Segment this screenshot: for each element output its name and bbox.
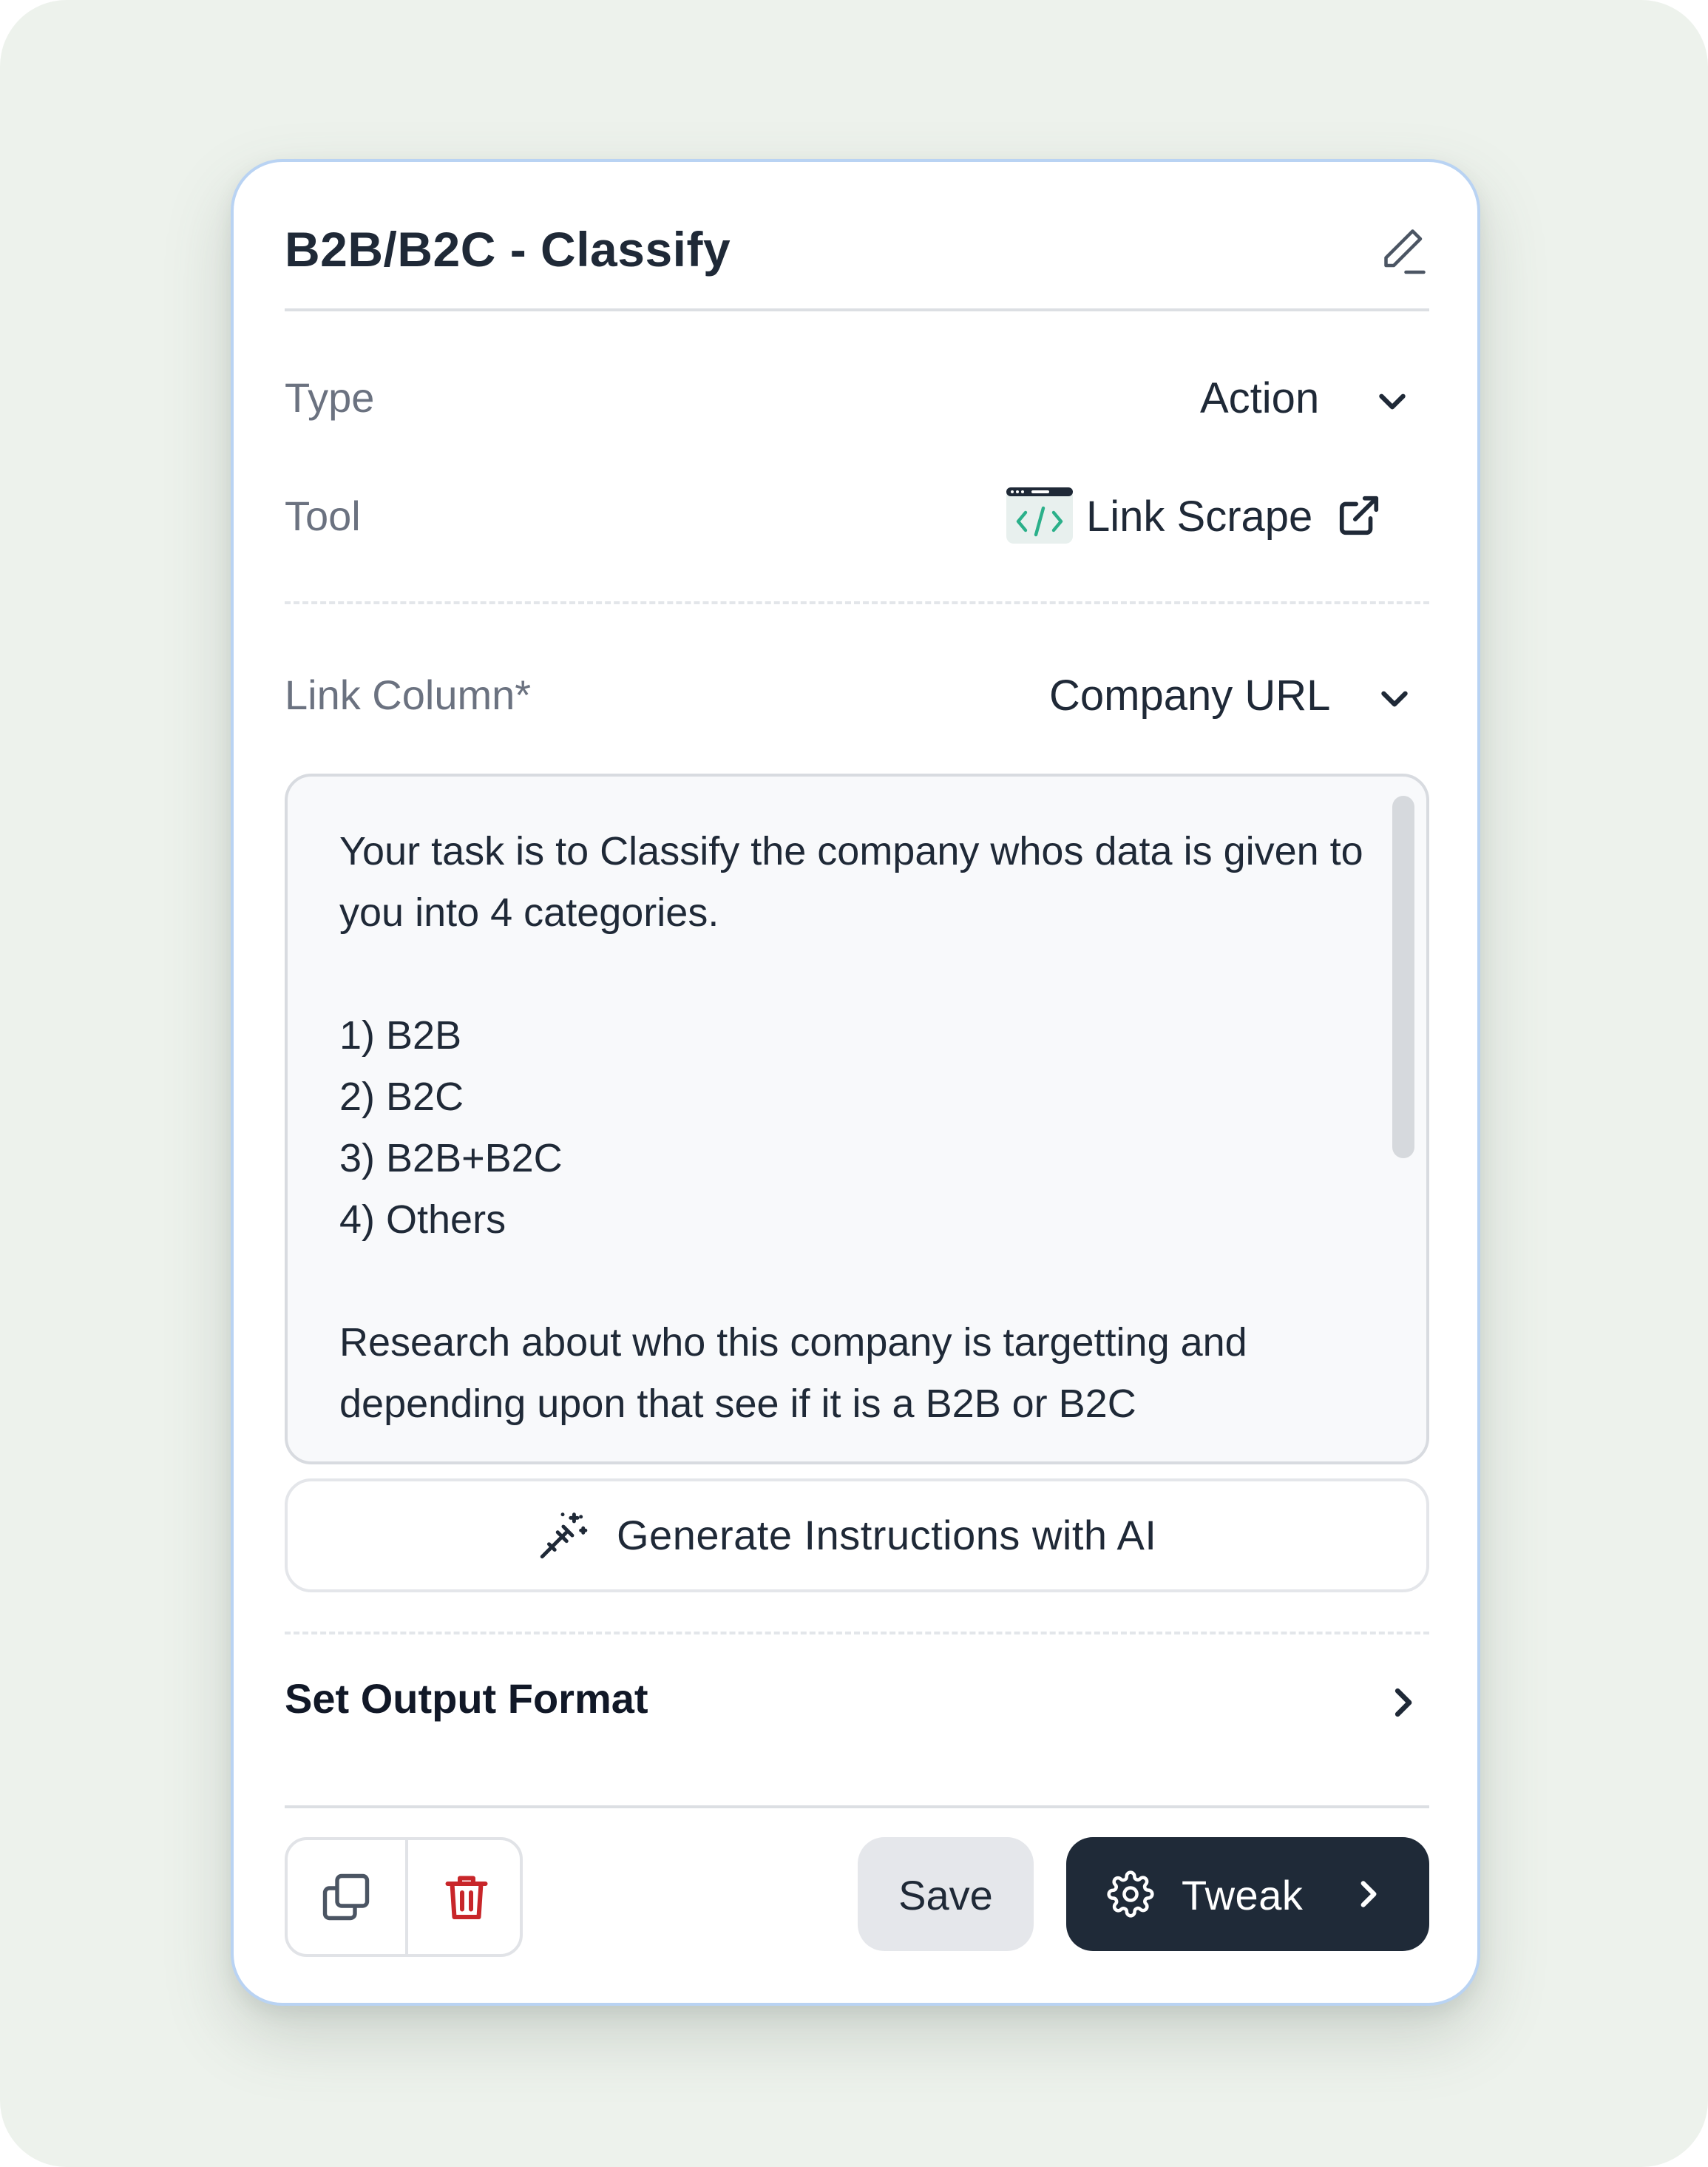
instructions-textarea[interactable]: Your task is to Classify the company who… <box>285 774 1429 1464</box>
link-column-value: Company URL <box>1049 672 1331 720</box>
tool-label: Tool <box>285 493 361 539</box>
external-link-icon[interactable] <box>1336 493 1382 538</box>
tweak-button[interactable]: Tweak <box>1066 1837 1429 1951</box>
type-value: Action <box>1200 374 1320 422</box>
save-label: Save <box>898 1872 993 1918</box>
action-icon-group <box>285 1837 523 1957</box>
duplicate-button[interactable] <box>288 1840 405 1954</box>
footer-divider <box>285 1805 1429 1808</box>
code-window-icon <box>1006 487 1073 544</box>
set-output-format-label: Set Output Format <box>285 1675 648 1722</box>
generate-instructions-button[interactable]: Generate Instructions with AI <box>285 1478 1429 1592</box>
chevron-down-icon <box>1379 393 1406 410</box>
edit-pencil-icon[interactable] <box>1376 223 1429 277</box>
save-button[interactable]: Save <box>858 1837 1034 1951</box>
instructions-text: Your task is to Classify the company who… <box>339 829 1363 1426</box>
delete-button[interactable] <box>408 1840 520 1954</box>
chevron-right-icon <box>1394 1688 1412 1717</box>
link-column-label: Link Column* <box>285 672 532 718</box>
panel-title: B2B/B2C - Classify <box>285 222 731 277</box>
config-panel: B2B/B2C - Classify Type Action Tool Link… <box>231 159 1480 2006</box>
gear-icon <box>1107 1870 1154 1918</box>
chevron-down-icon <box>1381 691 1408 707</box>
tweak-label: Tweak <box>1182 1872 1304 1918</box>
tool-value: Link Scrape <box>1086 493 1313 541</box>
section-divider <box>285 601 1429 604</box>
type-dropdown[interactable]: Action <box>1180 362 1431 436</box>
magic-wand-icon <box>540 1512 588 1559</box>
link-column-dropdown[interactable]: Company URL <box>1032 657 1431 731</box>
duplicate-icon <box>322 1873 370 1921</box>
type-label: Type <box>285 374 375 421</box>
chevron-right-icon <box>1360 1881 1377 1907</box>
textarea-scrollbar[interactable] <box>1392 796 1414 1158</box>
generate-instructions-label: Generate Instructions with AI <box>617 1512 1157 1558</box>
section-divider <box>285 1632 1429 1634</box>
trash-icon <box>445 1876 488 1919</box>
set-output-format-row[interactable]: Set Output Format <box>285 1656 1438 1745</box>
header-divider <box>285 308 1429 311</box>
